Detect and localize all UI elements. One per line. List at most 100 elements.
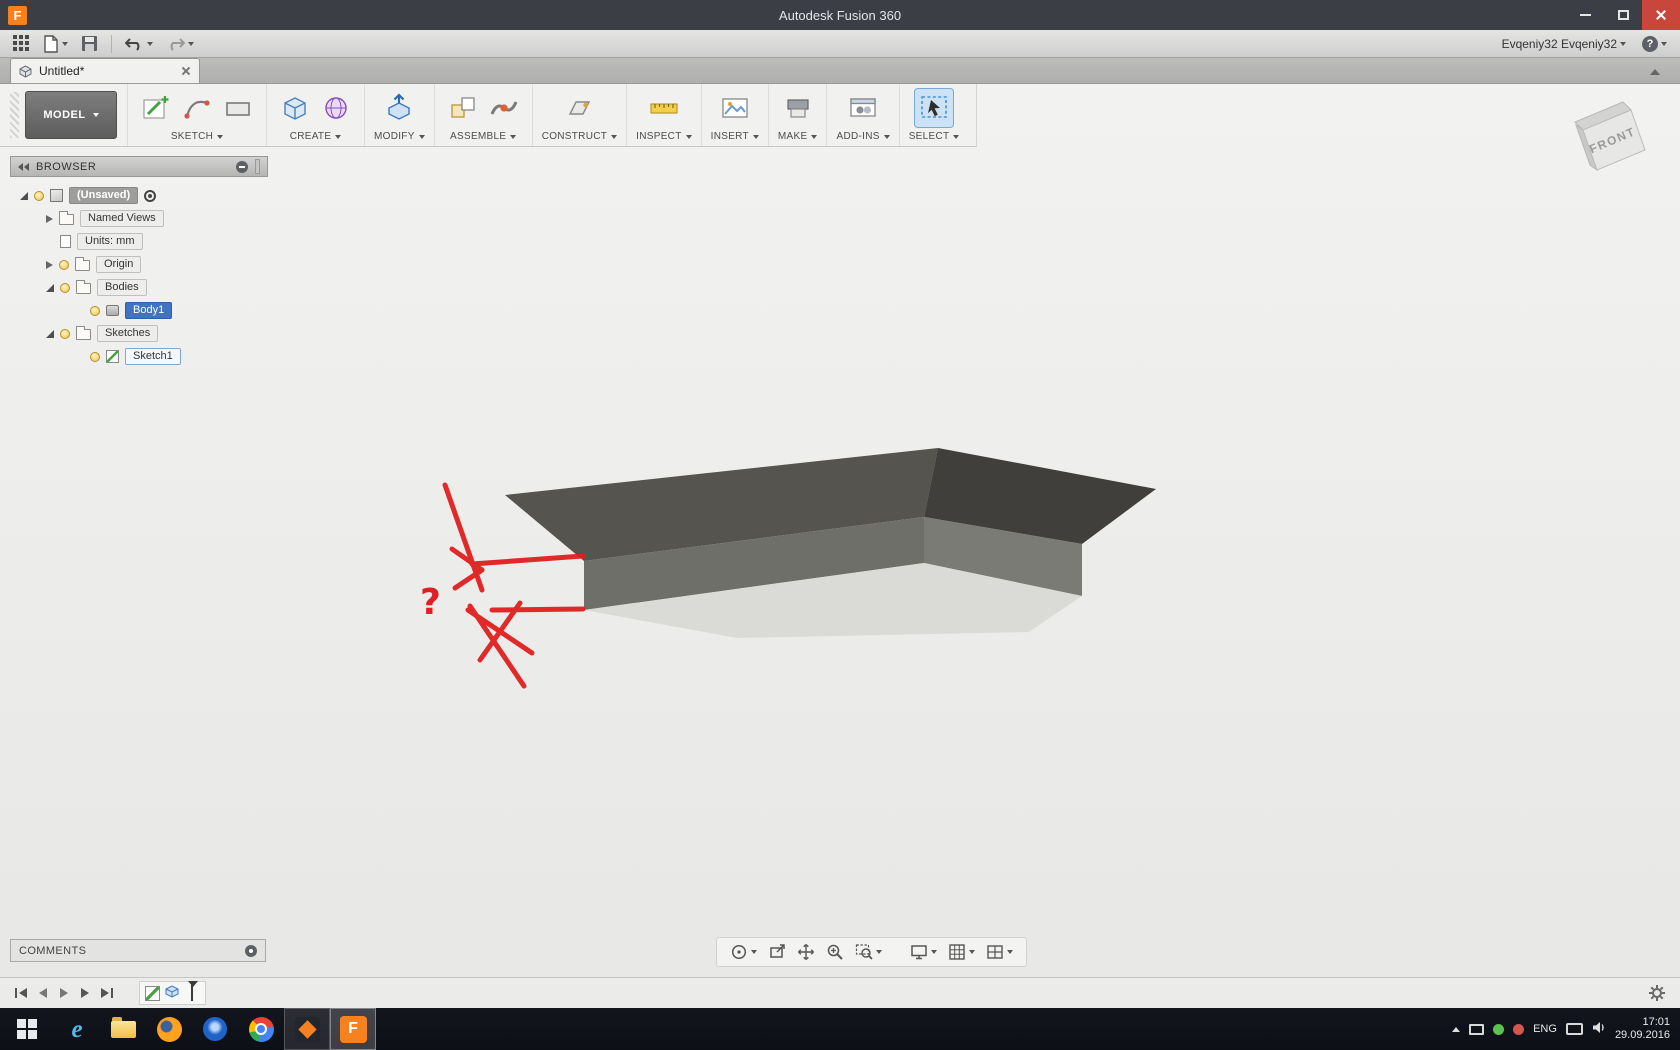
help-menu[interactable]: ? [1639,34,1670,54]
modify-group-dropdown[interactable]: MODIFY [374,129,425,144]
addins-button[interactable] [844,89,882,127]
create-form-button[interactable] [317,89,355,127]
tray-pc-status-icon[interactable] [1469,1023,1485,1035]
panel-drag-grip[interactable] [255,159,260,174]
make-button[interactable] [779,89,817,127]
origin-label[interactable]: Origin [96,256,142,273]
visibility-bulb-icon[interactable] [90,305,100,316]
named-views-label[interactable]: Named Views [80,210,164,227]
visibility-bulb-icon[interactable] [59,259,69,270]
taskbar-browser-app[interactable] [192,1008,238,1050]
tree-row-units[interactable]: Units: mm [10,230,268,253]
workspace-selector[interactable]: MODEL [25,91,117,139]
timeline-play-button[interactable] [58,987,70,999]
taskbar-file-explorer[interactable] [100,1008,146,1050]
expander-closed-icon[interactable] [46,260,53,269]
create-sketch-button[interactable] [137,89,175,127]
sketches-label[interactable]: Sketches [97,325,159,342]
file-menu-button[interactable] [40,33,71,55]
visibility-bulb-icon[interactable] [90,351,100,362]
tree-row-bodies[interactable]: Bodies [10,276,268,299]
tree-row-sketch1[interactable]: Sketch1 [10,345,268,368]
app-launcher-button[interactable] [10,33,33,54]
joint-button[interactable] [485,89,523,127]
sketch-group-dropdown[interactable]: SKETCH [171,129,224,144]
expander-open-icon[interactable] [46,329,54,338]
tree-row-sketches[interactable]: Sketches [10,322,268,345]
sketch1-label[interactable]: Sketch1 [125,348,181,365]
expander-closed-icon[interactable] [46,214,53,223]
sketch-rectangle-button[interactable] [219,89,257,127]
construct-plane-button[interactable] [560,89,598,127]
tree-row-body1[interactable]: Body1 [10,299,268,322]
expander-open-icon[interactable] [46,283,54,292]
tree-row-document-root[interactable]: (Unsaved) [10,184,268,207]
timeline-sketch-feature-icon[interactable] [145,985,160,1001]
panel-collapse-icon[interactable] [18,162,29,171]
units-label[interactable]: Units: mm [77,233,143,250]
expander-open-icon[interactable] [20,191,28,200]
toolbar-drag-handle[interactable] [10,92,19,138]
construct-group-dropdown[interactable]: CONSTRUCT [542,129,618,144]
addins-group-dropdown[interactable]: ADD-INS [836,129,890,144]
visibility-bulb-icon[interactable] [34,190,44,201]
timeline-extrude-feature-icon[interactable] [164,983,180,1004]
timeline-feature-track[interactable] [139,981,206,1005]
pan-button[interactable] [793,941,819,963]
volume-icon[interactable] [1592,1021,1606,1037]
timeline-settings-button[interactable] [1648,984,1666,1002]
taskbar-chrome[interactable] [238,1008,284,1050]
sketch-spline-button[interactable] [178,89,216,127]
comments-expand-icon[interactable] [245,944,257,957]
timeline-step-back-button[interactable] [37,987,49,999]
visibility-bulb-icon[interactable] [60,282,70,293]
language-indicator[interactable]: ENG [1533,1023,1557,1035]
visibility-bulb-icon[interactable] [60,328,70,339]
comments-panel[interactable]: COMMENTS [10,939,266,962]
close-button[interactable] [1642,0,1680,30]
zoom-button[interactable] [822,941,848,963]
undo-button[interactable] [122,34,156,53]
view-cube[interactable]: FRONT [1553,92,1680,202]
timeline-go-to-end-button[interactable] [100,987,114,999]
save-button[interactable] [78,33,101,54]
tab-close-icon[interactable] [181,66,191,76]
user-account-menu[interactable]: Evqeniy32 Evqeniy32 [1499,35,1629,53]
panel-minimize-icon[interactable] [236,160,248,173]
orbit-button[interactable] [726,941,761,963]
bodies-label[interactable]: Bodies [97,279,147,296]
measure-button[interactable] [645,89,683,127]
tray-expand-icon[interactable] [1452,1026,1461,1032]
viewports-button[interactable] [982,941,1017,963]
taskbar-clock[interactable]: 17:01 29.09.2016 [1615,1016,1670,1042]
start-button[interactable] [0,1008,54,1050]
taskbar-firefox[interactable] [146,1008,192,1050]
tree-row-origin[interactable]: Origin [10,253,268,276]
taskbar-fusion-360[interactable]: F [330,1008,376,1050]
inspect-group-dropdown[interactable]: INSPECT [636,129,692,144]
document-tab[interactable]: Untitled* [10,58,200,83]
timeline-position-marker[interactable] [186,981,200,1003]
toolbar-collapse-button[interactable] [1644,58,1666,84]
minimize-button[interactable] [1566,0,1604,30]
timeline-go-to-start-button[interactable] [14,987,28,999]
select-button[interactable] [914,88,955,128]
keyboard-layout-icon[interactable] [1565,1023,1583,1035]
create-box-button[interactable] [276,89,314,127]
document-root-label[interactable]: (Unsaved) [69,187,139,204]
look-at-button[interactable] [764,941,790,963]
maximize-button[interactable] [1604,0,1642,30]
timeline-step-forward-button[interactable] [79,987,91,999]
insert-canvas-button[interactable] [716,89,754,127]
browser-header[interactable]: BROWSER [10,156,268,177]
select-group-dropdown[interactable]: SELECT [909,129,960,144]
grid-snap-button[interactable] [944,941,979,963]
assemble-group-dropdown[interactable]: ASSEMBLE [450,129,517,144]
body1-label-selected[interactable]: Body1 [125,302,173,319]
taskbar-fusion-launcher[interactable] [284,1008,330,1050]
insert-group-dropdown[interactable]: INSERT [711,129,759,144]
make-group-dropdown[interactable]: MAKE [778,129,818,144]
activate-radio-icon[interactable] [144,189,157,202]
tree-row-named-views[interactable]: Named Views [10,207,268,230]
new-component-button[interactable] [444,89,482,127]
